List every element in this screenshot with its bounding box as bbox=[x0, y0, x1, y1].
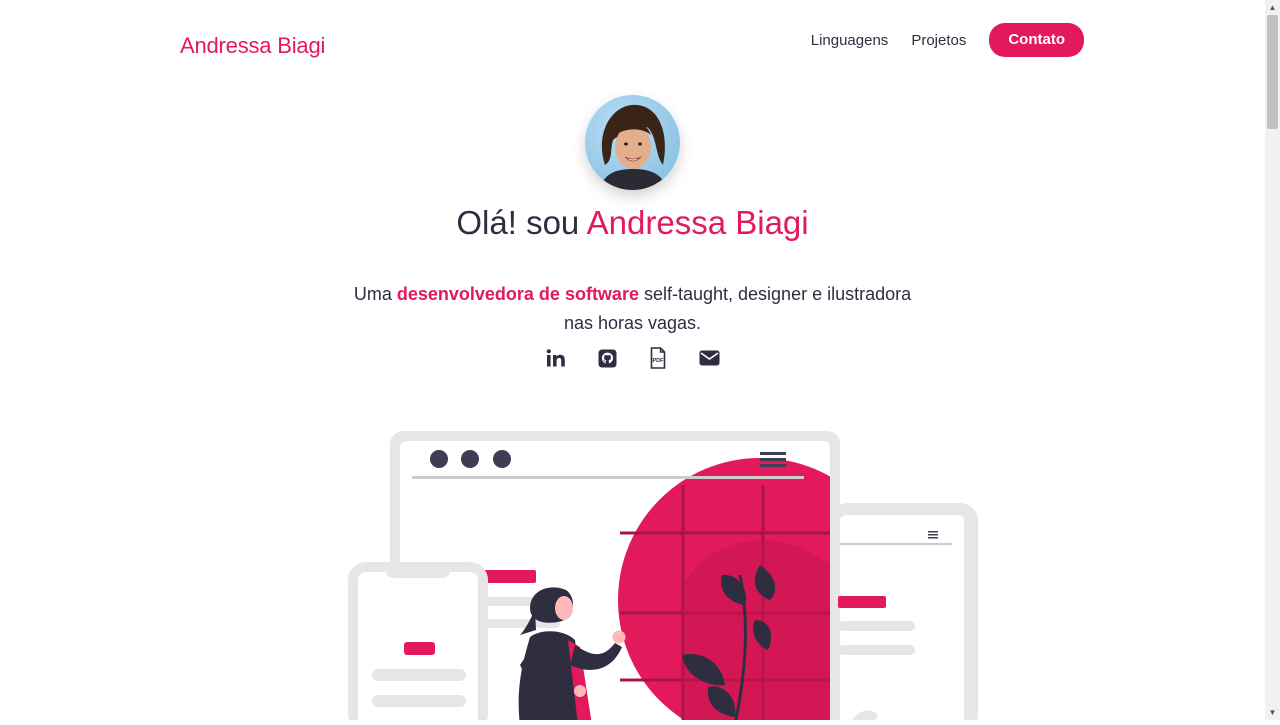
nav-projects-link[interactable]: Projetos bbox=[911, 32, 966, 49]
hero-illustration bbox=[330, 425, 990, 725]
profile-avatar bbox=[585, 95, 680, 190]
scrollbar-thumb[interactable] bbox=[1267, 15, 1278, 129]
hero-subtitle: Uma desenvolvedora de software self-taug… bbox=[340, 280, 925, 338]
social-links: PDF bbox=[0, 346, 1265, 370]
subtitle-highlight: desenvolvedora de software bbox=[396, 284, 639, 304]
svg-text:PDF: PDF bbox=[653, 358, 665, 364]
linkedin-icon[interactable] bbox=[545, 346, 567, 370]
pdf-icon[interactable]: PDF bbox=[647, 346, 669, 370]
page-scrollbar[interactable]: ▲ ▼ bbox=[1265, 0, 1280, 720]
hero-name: Andressa Biagi bbox=[586, 204, 809, 241]
brand-logo-link[interactable]: Andressa Biagi bbox=[180, 33, 325, 59]
scroll-up-arrow-icon[interactable]: ▲ bbox=[1265, 0, 1280, 15]
subtitle-prefix: Uma bbox=[353, 284, 397, 304]
hero-greeting: Olá! sou bbox=[456, 204, 587, 241]
nav-languages-link[interactable]: Linguagens bbox=[811, 32, 889, 49]
main-nav: Linguagens Projetos Contato bbox=[811, 23, 1084, 57]
scroll-down-arrow-icon[interactable]: ▼ bbox=[1265, 705, 1280, 720]
github-icon[interactable] bbox=[596, 346, 618, 370]
mail-icon[interactable] bbox=[698, 346, 720, 370]
contact-button[interactable]: Contato bbox=[989, 23, 1084, 57]
hero-heading: Olá! sou Andressa Biagi bbox=[0, 204, 1265, 242]
